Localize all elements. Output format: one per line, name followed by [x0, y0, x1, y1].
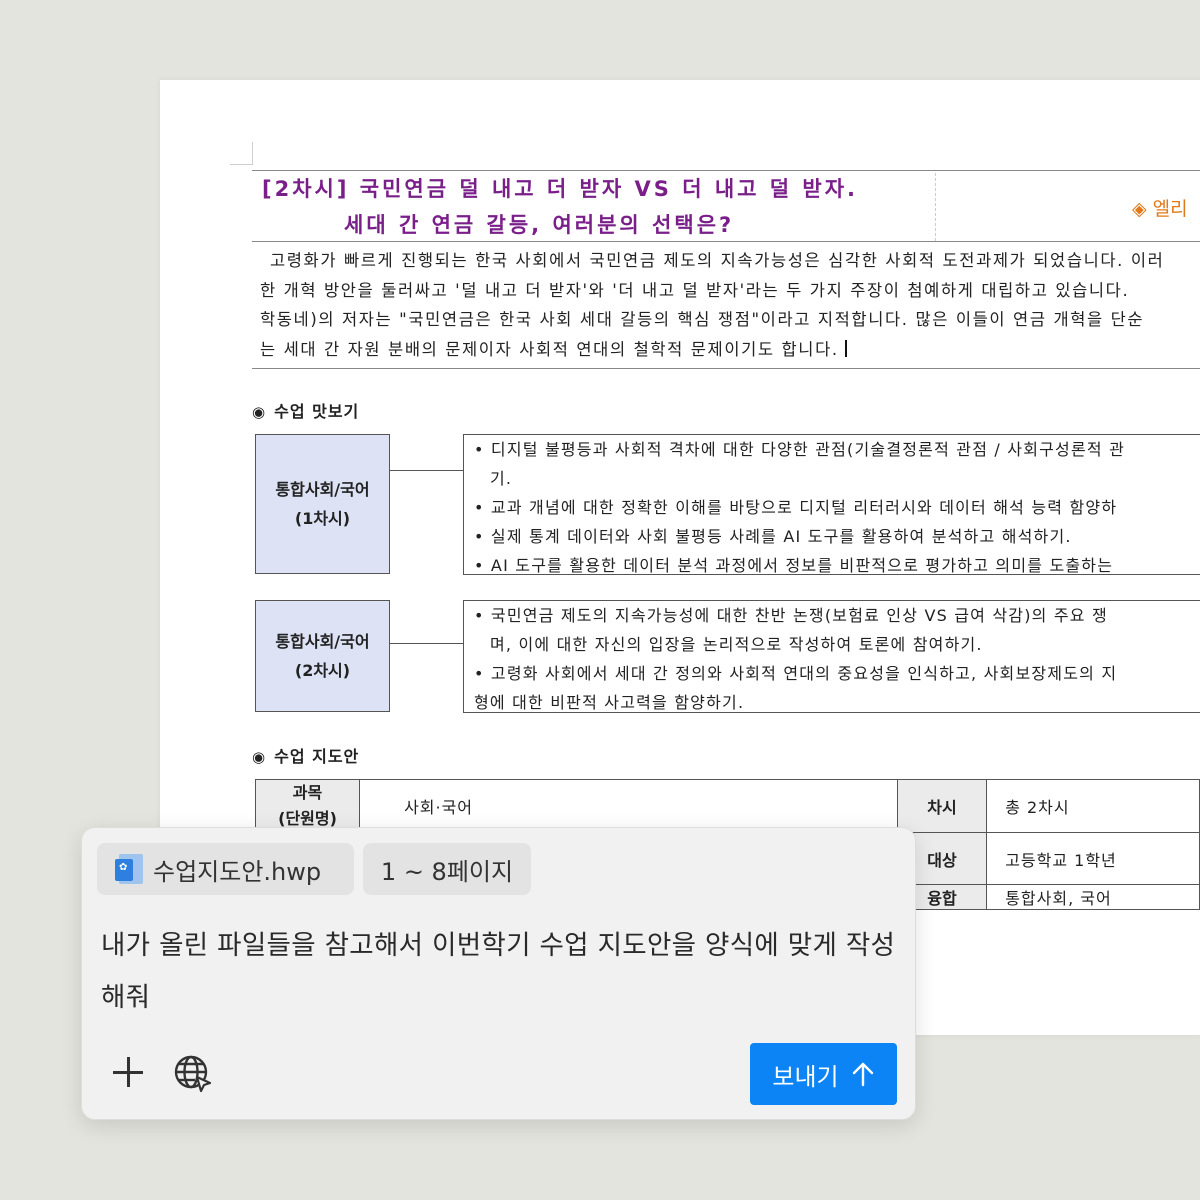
section-heading-plan: ◉ 수업 지도안: [252, 743, 359, 767]
page-range-chip[interactable]: 1 ~ 8페이지: [363, 843, 531, 895]
page-corner-mark: [230, 142, 253, 165]
doc-file-icon: ✿: [115, 854, 143, 884]
intro-line: 고령화가 빠르게 진행되는 한국 사회에서 국민연금 제도의 지속가능성은 심각…: [270, 251, 1165, 270]
author-badge: ◈ 엘리: [1132, 198, 1188, 220]
page-range-label: 1 ~ 8페이지: [380, 857, 514, 886]
lesson1-goals-box[interactable]: • 디지털 불평등과 사회적 격차에 대한 다양한 관점(기술결정론적 관점 /…: [463, 434, 1200, 575]
intro-line: 는 세대 간 자원 분배의 문제이자 사회적 연대의 철학적 문제이기도 합니다…: [260, 339, 839, 359]
lesson1-connector: [389, 470, 463, 471]
goal-item: • 교과 개념에 대한 정확한 이해를 바탕으로 디지털 리터러시와 데이터 해…: [474, 498, 1118, 517]
goal-item: • 디지털 불평등과 사회적 격차에 대한 다양한 관점(기술결정론적 관점 /…: [474, 440, 1126, 459]
intro-line: 학동네)의 저자는 "국민연금은 한국 사회 세대 갈등의 핵심 쟁점"이라고 …: [260, 310, 1145, 329]
goal-item: • 실제 통계 데이터와 사회 불평등 사례를 AI 도구를 활용하여 분석하고…: [474, 527, 1072, 546]
attachment-chip[interactable]: ✿ 수업지도안.hwp: [97, 843, 354, 895]
lesson2-connector: [389, 643, 463, 644]
intro-paragraph[interactable]: 고령화가 빠르게 진행되는 한국 사회에서 국민연금 제도의 지속가능성은 심각…: [252, 240, 1200, 369]
goal-item-continued: 형에 대한 비판적 사고력을 함양하기.: [474, 693, 745, 712]
fusion-value[interactable]: 통합사회, 국어: [986, 884, 1200, 910]
intro-line: 한 개혁 방안을 둘러싸고 '덜 내고 더 받자'와 '더 내고 덜 받자'라는…: [260, 280, 1130, 300]
bullet-target-icon: ◉: [252, 403, 267, 421]
session-value[interactable]: 총 2차시: [986, 779, 1200, 833]
send-label: 보내기: [772, 1062, 839, 1091]
goal-item: • AI 도구를 활용한 데이터 분석 과정에서 정보를 비판적으로 평가하고 …: [474, 556, 1114, 575]
lesson1-subject: 통합사회/국어: [275, 480, 370, 499]
lesson2-goals-box[interactable]: • 국민연금 제도의 지속가능성에 대한 찬반 논쟁(보험료 인상 VS 급여 …: [463, 600, 1200, 713]
goal-item: • 고령화 사회에서 세대 간 정의와 사회적 연대의 중요성을 인식하고, 사…: [474, 664, 1118, 683]
web-search-button[interactable]: [173, 1054, 213, 1094]
subject-header-line1: 과목: [292, 783, 323, 802]
subject-value: 사회·국어: [404, 798, 474, 817]
send-button[interactable]: 보내기: [750, 1043, 897, 1105]
lesson1-session: (1차시): [294, 509, 351, 528]
session-header: 차시: [896, 779, 988, 833]
lesson2-session: (2차시): [294, 661, 351, 680]
section-heading-preview: ◉ 수업 맛보기: [252, 398, 359, 422]
goal-item: • 국민연금 제도의 지속가능성에 대한 찬반 논쟁(보험료 인상 VS 급여 …: [474, 606, 1108, 625]
arrow-up-icon: [852, 1062, 873, 1087]
target-value[interactable]: 고등학교 1학년: [986, 832, 1200, 885]
lesson2-subject-box: 통합사회/국어 (2차시): [255, 600, 390, 712]
document-title-block: [2차시] 국민연금 덜 내고 더 받자 VS 더 내고 덜 받자. 세대 간 …: [252, 170, 1200, 242]
goal-item-continued: 기.: [490, 469, 513, 488]
document-title-line1: [2차시] 국민연금 덜 내고 더 받자 VS 더 내고 덜 받자.: [262, 177, 859, 201]
section-heading-label: 수업 지도안: [274, 747, 360, 766]
chat-composer[interactable]: ✿ 수업지도안.hwp 1 ~ 8페이지 내가 올린 파일들을 참고해서 이번학…: [81, 827, 916, 1120]
lesson2-subject: 통합사회/국어: [275, 632, 370, 651]
section-heading-label: 수업 맛보기: [274, 402, 360, 421]
title-divider: [935, 173, 936, 241]
prompt-input[interactable]: 내가 올린 파일들을 참고해서 이번학기 수업 지도안을 양식에 맞게 작성해줘: [101, 920, 901, 1024]
bullet-target-icon: ◉: [252, 748, 267, 766]
lesson1-subject-box: 통합사회/국어 (1차시): [255, 434, 390, 574]
attachment-name: 수업지도안.hwp: [153, 857, 322, 886]
subject-header: 과목 (단원명): [254, 779, 361, 833]
add-attachment-button[interactable]: [110, 1054, 146, 1090]
goal-item-continued: 며, 이에 대한 자신의 입장을 논리적으로 작성하여 토론에 참여하기.: [490, 635, 983, 654]
document-title-line2: 세대 간 연금 갈등, 여러분의 선택은?: [344, 213, 735, 237]
text-cursor: [844, 339, 847, 357]
globe-cursor-icon: [174, 1055, 212, 1093]
